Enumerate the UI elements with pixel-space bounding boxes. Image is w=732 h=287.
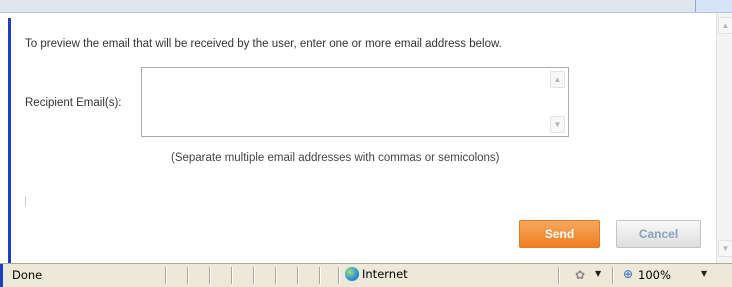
separator-hint: (Separate multiple email addresses with … [171,152,500,164]
text-caret [25,196,26,206]
zoom-level[interactable]: 100% [638,268,671,282]
status-separator [612,267,613,284]
status-separator [297,267,298,284]
cancel-button[interactable]: Cancel [616,220,701,248]
page-scrollbar[interactable]: ▲ ▼ [716,13,732,263]
status-separator [187,267,188,284]
window-corner [695,0,732,12]
window-top-strip [0,0,732,13]
status-separator [165,267,166,284]
preview-email-dialog: To preview the email that will be receiv… [11,13,716,263]
security-zone[interactable]: Internet [345,267,408,281]
status-text: Done [12,268,43,282]
send-button[interactable]: Send [519,220,600,248]
status-bar-edge [0,264,3,287]
magnifier-icon[interactable]: ⊕ [623,267,633,281]
instruction-text: To preview the email that will be receiv… [25,38,502,50]
scroll-down-icon[interactable]: ▼ [550,116,565,133]
protected-mode-icon[interactable]: ✿ [575,268,585,282]
zone-label: Internet [362,267,408,281]
globe-icon [345,267,359,281]
scroll-up-icon[interactable]: ▲ [550,71,565,88]
status-separator [231,267,232,284]
recipient-email-input[interactable]: ▲ ▼ [141,67,569,137]
status-bar: Done Internet ✿ ▼ ⊕ 100% ▼ [0,263,732,287]
window-left-edge [0,13,11,263]
status-separator [253,267,254,284]
status-separator [275,267,276,284]
scroll-down-icon[interactable]: ▼ [718,240,732,257]
status-separator [209,267,210,284]
status-separator [558,267,559,284]
status-separator [319,267,320,284]
scroll-up-icon[interactable]: ▲ [718,17,732,34]
chevron-down-icon[interactable]: ▼ [595,269,601,278]
status-separator [338,267,339,284]
recipient-email-label: Recipient Email(s): [25,97,122,109]
chevron-down-icon[interactable]: ▼ [701,269,707,278]
